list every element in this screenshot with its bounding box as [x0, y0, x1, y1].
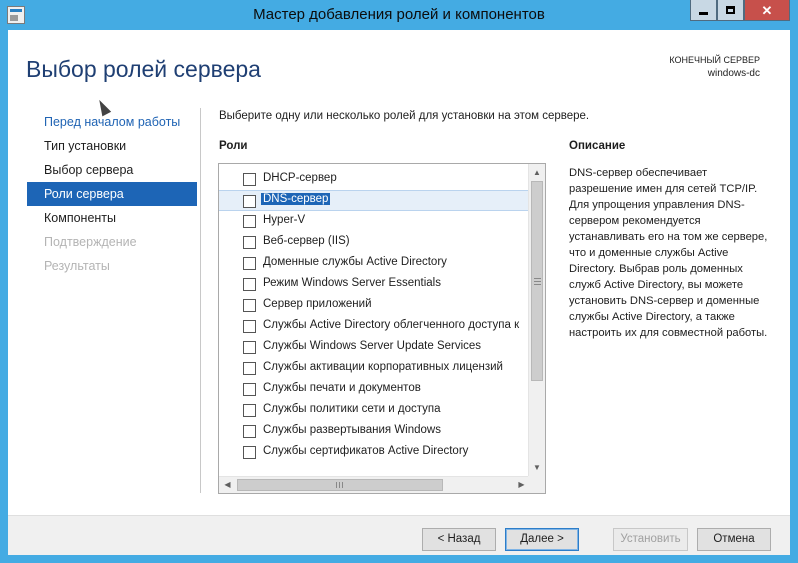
close-button[interactable]: ✕ [744, 0, 790, 21]
close-icon: ✕ [761, 2, 773, 18]
role-label: Hyper-V [263, 214, 306, 226]
role-item[interactable]: Сервер приложений [219, 295, 529, 316]
nav-step-features[interactable]: Компоненты [27, 206, 197, 230]
role-checkbox[interactable] [243, 362, 256, 375]
cancel-button[interactable]: Отмена [697, 528, 771, 551]
nav-step-server-selection[interactable]: Выбор сервера [27, 158, 197, 182]
role-checkbox[interactable] [243, 215, 256, 228]
role-label: Сервер приложений [263, 298, 372, 310]
back-button[interactable]: < Назад [422, 528, 496, 551]
nav-step-server-roles[interactable]: Роли сервера [27, 182, 197, 206]
roles-heading: Роли [219, 140, 248, 152]
roles-list-items: DHCP-сервер DNS-сервер Hyper-V Веб-серве… [219, 169, 529, 463]
role-item[interactable]: Службы Active Directory облегченного дос… [219, 316, 529, 337]
wizard-steps-nav: Перед началом работы Тип установки Выбор… [27, 110, 197, 278]
horizontal-scroll-thumb[interactable] [237, 479, 443, 491]
role-checkbox[interactable] [243, 299, 256, 312]
role-checkbox[interactable] [243, 341, 256, 354]
maximize-icon [726, 6, 735, 14]
nav-step-before-you-begin[interactable]: Перед началом работы [27, 110, 197, 134]
role-checkbox[interactable] [243, 236, 256, 249]
scroll-down-icon[interactable]: ▼ [529, 459, 545, 476]
role-label: Службы активации корпоративных лицензий [263, 361, 503, 373]
role-label: Доменные службы Active Directory [263, 256, 447, 268]
wizard-window: Мастер добавления ролей и компонентов ✕ … [0, 0, 798, 563]
minimize-icon [699, 11, 708, 15]
vertical-scrollbar[interactable]: ▲ ▼ [528, 164, 545, 476]
title-bar[interactable]: Мастер добавления ролей и компонентов ✕ [0, 0, 798, 30]
description-text: DNS-сервер обеспечивает разрешение имен … [569, 167, 768, 339]
window-title: Мастер добавления ролей и компонентов [253, 6, 545, 23]
role-item[interactable]: Доменные службы Active Directory [219, 253, 529, 274]
scroll-up-icon[interactable]: ▲ [529, 164, 545, 181]
instruction-text: Выберите одну или несколько ролей для ус… [219, 110, 590, 122]
destination-server-label: КОНЕЧНЫЙ СЕРВЕР [669, 55, 760, 65]
role-label: Веб-сервер (IIS) [263, 235, 350, 247]
role-checkbox[interactable] [243, 195, 256, 208]
nav-step-results: Результаты [44, 259, 110, 273]
role-item[interactable]: Службы политики сети и доступа [219, 400, 529, 421]
nav-step-confirmation: Подтверждение [44, 235, 137, 249]
role-item[interactable]: Службы сертификатов Active Directory [219, 442, 529, 463]
role-label: DHCP-сервер [263, 172, 337, 184]
wizard-footer: < Назад Далее > Установить Отмена [8, 515, 790, 555]
description-heading: Описание [569, 140, 626, 152]
grip-icon [534, 278, 541, 285]
role-item[interactable]: Веб-сервер (IIS) [219, 232, 529, 253]
roles-list[interactable]: DHCP-сервер DNS-сервер Hyper-V Веб-серве… [218, 163, 546, 494]
wizard-content: Выбор ролей сервера КОНЕЧНЫЙ СЕРВЕР wind… [8, 30, 790, 555]
role-checkbox[interactable] [243, 446, 256, 459]
next-button[interactable]: Далее > [505, 528, 579, 551]
role-label: Службы Windows Server Update Services [263, 340, 482, 352]
role-item[interactable]: Службы активации корпоративных лицензий [219, 358, 529, 379]
role-item[interactable]: Службы Windows Server Update Services [219, 337, 529, 358]
role-label: Службы Active Directory облегченного дос… [263, 319, 520, 331]
role-item[interactable]: Hyper-V [219, 211, 529, 232]
scrollbar-corner [528, 476, 545, 493]
role-item[interactable]: DHCP-сервер [219, 169, 529, 190]
role-label: Службы развертывания Windows [263, 424, 441, 436]
role-item[interactable]: Службы печати и документов [219, 379, 529, 400]
nav-divider [200, 108, 201, 493]
role-item[interactable]: Режим Windows Server Essentials [219, 274, 529, 295]
role-label: Службы политики сети и доступа [263, 403, 441, 415]
role-checkbox[interactable] [243, 278, 256, 291]
scroll-left-icon[interactable]: ◀ [219, 477, 236, 493]
role-label: Службы печати и документов [263, 382, 421, 394]
role-label: Режим Windows Server Essentials [263, 277, 441, 289]
role-checkbox[interactable] [243, 383, 256, 396]
destination-server-name: windows-dc [707, 68, 760, 79]
page-title: Выбор ролей сервера [26, 56, 261, 82]
role-checkbox[interactable] [243, 173, 256, 186]
vertical-scroll-thumb[interactable] [531, 181, 543, 381]
role-checkbox[interactable] [243, 425, 256, 438]
role-item[interactable]: DNS-сервер [219, 190, 529, 211]
role-checkbox[interactable] [243, 257, 256, 270]
role-checkbox[interactable] [243, 404, 256, 417]
maximize-button[interactable] [717, 0, 744, 21]
minimize-button[interactable] [690, 0, 717, 21]
role-checkbox[interactable] [243, 320, 256, 333]
role-item[interactable]: Службы развертывания Windows [219, 421, 529, 442]
grip-icon [336, 482, 343, 488]
install-button: Установить [613, 528, 688, 551]
role-label: Службы сертификатов Active Directory [263, 445, 469, 457]
role-label: DNS-сервер [261, 193, 331, 205]
horizontal-scrollbar[interactable]: ◀ ▶ [219, 476, 530, 493]
nav-step-installation-type[interactable]: Тип установки [27, 134, 197, 158]
